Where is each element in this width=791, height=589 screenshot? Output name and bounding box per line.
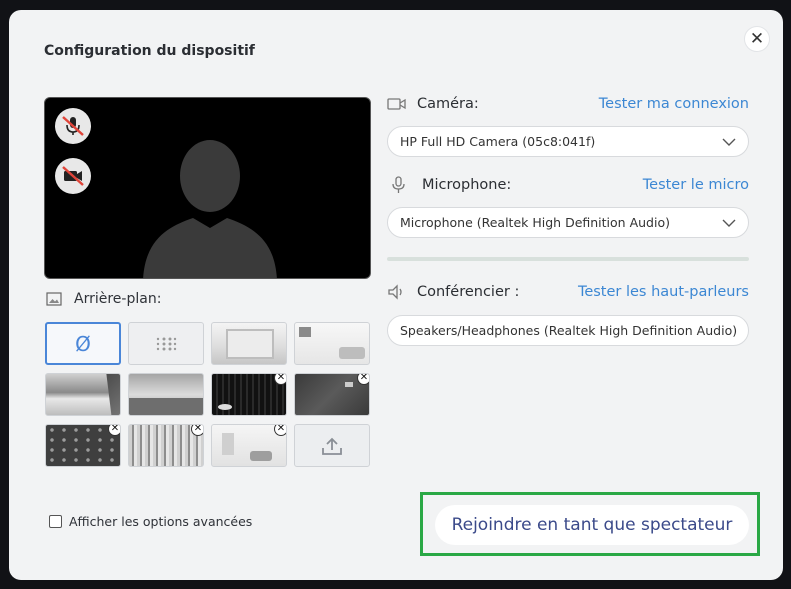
- no-background-icon: Ø: [75, 331, 91, 356]
- video-camera-icon: [387, 98, 406, 110]
- background-livingroom-tile[interactable]: [294, 322, 370, 365]
- remove-background-icon[interactable]: ✕: [274, 425, 286, 436]
- chevron-down-icon: [722, 219, 736, 227]
- camera-label: Caméra:: [417, 96, 479, 112]
- speaker-select-value: Speakers/Headphones (Realtek High Defini…: [400, 323, 738, 338]
- background-none-tile[interactable]: Ø: [45, 322, 121, 365]
- advanced-options-row[interactable]: Afficher les options avancées: [49, 514, 252, 529]
- mic-off-icon: [62, 116, 84, 136]
- background-dark-pattern-tile[interactable]: ✕: [294, 373, 370, 416]
- microphone-select-value: Microphone (Realtek High Definition Audi…: [400, 215, 670, 230]
- toggle-mic-button[interactable]: [55, 108, 91, 144]
- camera-header: Caméra: Tester ma connexion: [387, 96, 749, 112]
- camera-select-value: HP Full HD Camera (05c8:041f): [400, 134, 596, 149]
- camera-select[interactable]: HP Full HD Camera (05c8:041f): [387, 126, 749, 157]
- remove-background-icon[interactable]: ✕: [108, 425, 120, 436]
- test-connection-link[interactable]: Tester ma connexion: [599, 96, 749, 112]
- image-icon: [46, 292, 62, 306]
- upload-icon: [322, 437, 342, 455]
- remove-background-icon[interactable]: ✕: [191, 425, 203, 436]
- speaker-icon: [388, 284, 402, 300]
- background-blur-tile[interactable]: [128, 322, 204, 365]
- speaker-select[interactable]: Speakers/Headphones (Realtek High Defini…: [387, 315, 749, 346]
- background-room-tile[interactable]: [211, 322, 287, 365]
- background-logo-pattern-tile[interactable]: ✕: [45, 424, 121, 467]
- microphone-select[interactable]: Microphone (Realtek High Definition Audi…: [387, 207, 749, 238]
- camera-off-icon: [62, 166, 84, 186]
- person-silhouette-icon: [143, 140, 277, 278]
- close-button[interactable]: ✕: [744, 26, 770, 52]
- background-label: Arrière-plan:: [74, 291, 162, 307]
- dialog-title: Configuration du dispositif: [44, 43, 255, 59]
- advanced-options-label: Afficher les options avancées: [69, 514, 253, 529]
- background-bright-room-tile[interactable]: ✕: [211, 424, 287, 467]
- device-config-dialog: Configuration du dispositif ✕ Arrière-pl…: [9, 10, 783, 580]
- join-as-spectator-button[interactable]: Rejoindre en tant que spectateur: [435, 505, 749, 545]
- background-dark-curtain-tile[interactable]: ✕: [211, 373, 287, 416]
- background-library-tile[interactable]: ✕: [128, 424, 204, 467]
- test-speakers-link[interactable]: Tester les haut-parleurs: [578, 284, 749, 300]
- upload-background-button[interactable]: [294, 424, 370, 467]
- background-section-header: Arrière-plan:: [46, 291, 161, 307]
- join-highlight-frame: Rejoindre en tant que spectateur: [420, 492, 760, 556]
- microphone-header: Microphone: Tester le micro: [387, 176, 749, 194]
- blur-icon: [156, 337, 177, 350]
- chevron-down-icon: [722, 138, 736, 146]
- video-preview: [44, 97, 371, 279]
- test-microphone-link[interactable]: Tester le micro: [643, 177, 749, 193]
- speaker-header: Conférencier : Tester les haut-parleurs: [387, 284, 749, 300]
- remove-background-icon[interactable]: ✕: [357, 374, 369, 385]
- advanced-options-checkbox[interactable]: [49, 515, 62, 528]
- background-office-window-tile[interactable]: [128, 373, 204, 416]
- toggle-camera-button[interactable]: [55, 158, 91, 194]
- microphone-level-meter: [387, 257, 749, 261]
- remove-background-icon[interactable]: ✕: [274, 374, 286, 385]
- speaker-label: Conférencier :: [417, 284, 520, 300]
- background-beach-tile[interactable]: [45, 373, 121, 416]
- microphone-label: Microphone:: [422, 177, 512, 193]
- microphone-icon: [392, 176, 405, 193]
- close-icon: ✕: [749, 29, 765, 49]
